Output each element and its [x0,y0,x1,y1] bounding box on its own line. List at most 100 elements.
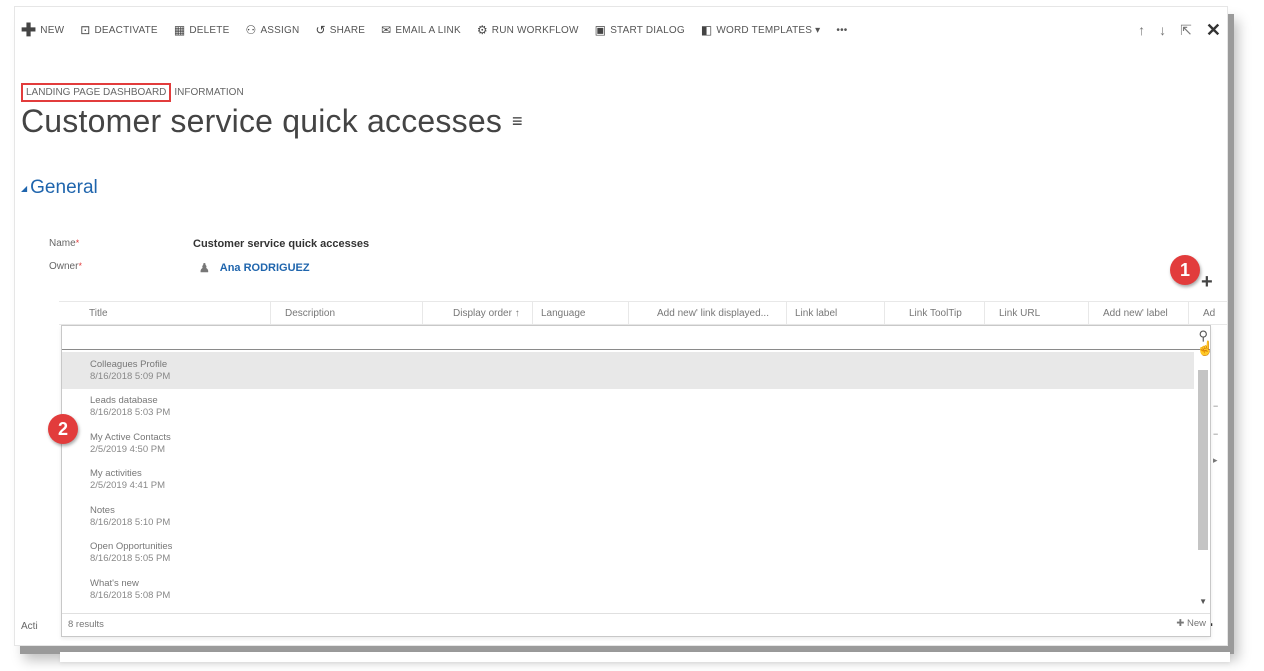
column-link-tooltip[interactable]: Link ToolTip [885,302,985,324]
result-name: Open Opportunities [90,541,173,553]
result-name: What's new [90,577,139,589]
list-item[interactable]: Leads database 8/16/2018 5:03 PM [62,389,1194,426]
name-label-text: Name [49,238,76,249]
command-bar: ✚ NEW ⊡ DEACTIVATE ▦ DELETE ⚇ ASSIGN ↺ SHARE … [15,19,1227,41]
share-label: SHARE [329,24,366,36]
arrow-down-icon[interactable]: ↓ [1159,22,1166,38]
callout-badge-1: 1 [1170,255,1200,285]
list-item[interactable]: Colleagues Profile 8/16/2018 5:09 PM [62,352,1194,389]
workflow-icon: ⚙ [476,23,488,37]
deactivate-label: DEACTIVATE [94,24,158,36]
result-name: Notes [90,504,115,516]
word-templates-button[interactable]: ◧ WORD TEMPLATES ▾ [701,24,821,36]
scroll-down-icon[interactable]: ▼ [1199,597,1207,606]
email-link-button[interactable]: ✉ EMAIL A LINK [381,24,461,36]
result-count: 8 results [68,619,104,630]
result-date: 8/16/2018 5:10 PM [90,516,171,528]
word-icon: ◧ [700,23,713,37]
more-commands-button[interactable]: ••• [836,25,847,36]
new-label: NEW [40,24,65,36]
side-marker-icon: ▸ [1213,455,1218,465]
new-button[interactable]: ✚ NEW [21,21,64,39]
result-name: Leads database [90,395,158,407]
lookup-footer: 8 results ✚ New [62,613,1210,636]
callout-badge-2: 2 [48,414,78,444]
result-date: 8/16/2018 5:08 PM [90,589,171,601]
share-icon: ↺ [315,23,326,37]
list-item[interactable]: Notes 8/16/2018 5:10 PM [62,498,1194,535]
column-title[interactable]: Title [59,302,271,324]
result-date: 8/16/2018 5:05 PM [90,553,171,565]
subgrid-header: Title Description Display order ↑ Langua… [59,301,1227,325]
list-item[interactable]: Open Opportunities 8/16/2018 5:05 PM [62,535,1194,572]
side-marker-icon: − [1213,429,1219,439]
result-date: 2/5/2019 4:50 PM [90,443,165,455]
lookup-results: Colleagues Profile 8/16/2018 5:09 PM Lead… [62,352,1194,608]
deactivate-icon: ⊡ [80,23,91,37]
section-title: General [30,177,98,198]
dialog-icon: ▣ [594,23,607,37]
run-workflow-button[interactable]: ⚙ RUN WORKFLOW [477,24,579,36]
form-name[interactable]: INFORMATION [174,87,243,98]
list-item[interactable]: My activities 2/5/2019 4:41 PM [62,462,1194,499]
assign-button[interactable]: ⚇ ASSIGN [245,24,299,36]
column-ad[interactable]: Ad [1189,302,1227,324]
list-item[interactable]: My Active Contacts 2/5/2019 4:50 PM [62,425,1194,462]
start-dialog-button[interactable]: ▣ START DIALOG [595,24,685,36]
more-label: ••• [836,24,848,36]
column-add-new-link[interactable]: Add new' link displayed... [629,302,787,324]
lookup-dropdown: ⚲ ☝ Colleagues Profile 8/16/2018 5:09 PM … [61,325,1214,637]
result-name: Colleagues Profile [90,358,168,370]
required-mark: * [75,238,80,248]
result-date: 8/16/2018 5:03 PM [90,407,171,419]
collapse-triangle-icon: ◢ [21,183,28,193]
column-language[interactable]: Language [533,302,629,324]
delete-label: DELETE [189,24,230,36]
entity-name[interactable]: LANDING PAGE DASHBOARD [21,83,172,102]
plus-icon: ✚ [21,20,37,40]
name-label: Name* [49,238,79,249]
assign-icon: ⚇ [245,23,257,37]
column-description[interactable]: Description [271,302,423,324]
result-name: My Active Contacts [90,431,171,443]
screenshot-frame: ✚ NEW ⊡ DEACTIVATE ▦ DELETE ⚇ ASSIGN ↺ SHARE … [14,6,1228,646]
lookup-scrollbar[interactable] [1198,370,1208,550]
result-date: 8/16/2018 5:09 PM [90,370,171,382]
column-add-new-label[interactable]: Add new' label [1089,302,1189,324]
result-name: My activities [90,468,142,480]
frame-shadow [60,652,1230,662]
list-item[interactable]: What's new 8/16/2018 5:08 PM [62,571,1194,608]
arrow-up-icon[interactable]: ↑ [1138,22,1145,38]
section-general[interactable]: ◢ General [21,177,98,199]
title-row: Customer service quick accesses ≡ [21,103,523,140]
breadcrumb: LANDING PAGE DASHBOARD INFORMATION [21,83,244,102]
close-icon[interactable]: ✕ [1206,20,1221,41]
column-link-url[interactable]: Link URL [985,302,1089,324]
word-templates-label: WORD TEMPLATES ▾ [716,24,821,36]
lookup-new-button[interactable]: ✚ New [1176,618,1206,629]
share-button[interactable]: ↺ SHARE [315,24,365,36]
email-icon: ✉ [381,23,392,37]
add-record-icon[interactable]: + [1201,271,1213,294]
activities-label: Acti [21,621,38,632]
owner-link[interactable]: Ana RODRIGUEZ [220,262,310,274]
run-workflow-label: RUN WORKFLOW [491,24,579,36]
assign-label: ASSIGN [260,24,300,36]
form-selector-icon[interactable]: ≡ [512,111,523,132]
owner-label-text: Owner [49,261,79,272]
column-display-order[interactable]: Display order ↑ [423,302,533,324]
result-date: 2/5/2019 4:41 PM [90,480,165,492]
deactivate-button[interactable]: ⊡ DEACTIVATE [80,24,158,36]
name-field[interactable]: Customer service quick accesses [193,238,369,250]
pop-out-icon[interactable]: ⇱ [1180,22,1192,39]
start-dialog-label: START DIALOG [610,24,685,36]
user-icon: ♟ [199,261,210,275]
owner-field[interactable]: ♟ Ana RODRIGUEZ [199,261,310,275]
side-marker-icon: − [1213,401,1219,411]
owner-label: Owner* [49,261,82,272]
required-mark: * [78,261,82,271]
lookup-search-input[interactable]: ⚲ ☝ [62,326,1214,356]
column-link-label[interactable]: Link label [787,302,885,324]
trash-icon: ▦ [173,23,186,37]
delete-button[interactable]: ▦ DELETE [174,24,230,36]
